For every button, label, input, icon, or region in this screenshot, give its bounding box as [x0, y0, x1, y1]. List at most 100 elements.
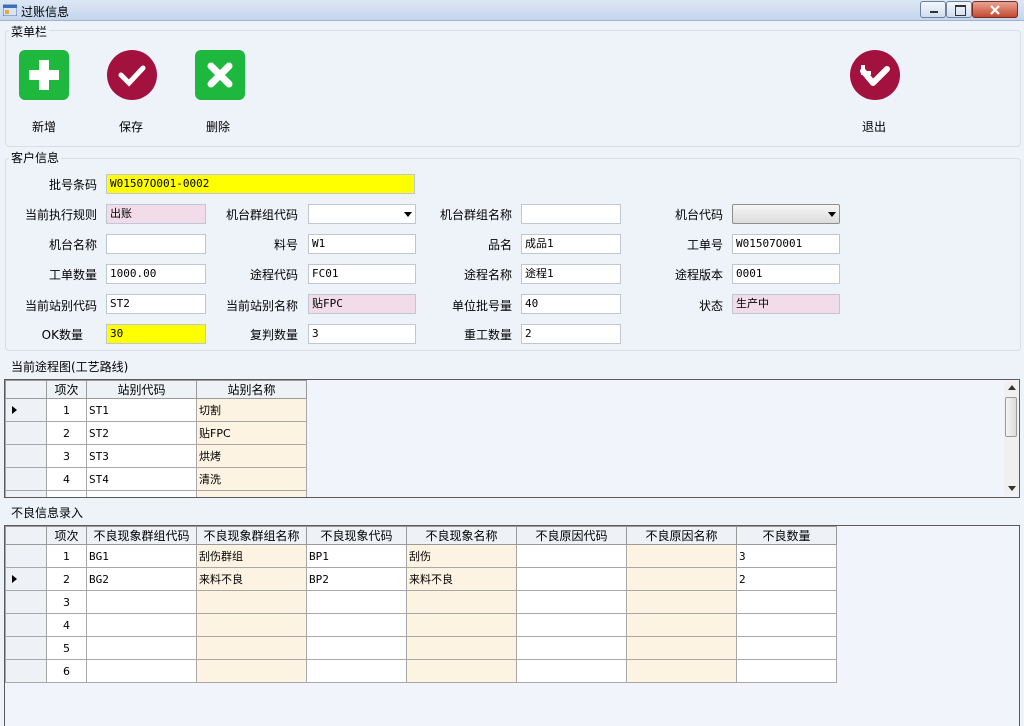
cell-defect-qty[interactable]: 2 — [736, 567, 837, 591]
cell-station-name[interactable]: 烘烤 — [196, 444, 307, 468]
col-header-reason-code[interactable]: 不良原因代码 — [516, 526, 627, 545]
close-button[interactable] — [972, 1, 1018, 18]
row-selector[interactable] — [5, 467, 47, 491]
exit-button[interactable] — [849, 49, 901, 104]
col-header-seq[interactable]: 项次 — [46, 526, 87, 545]
cell-group-code[interactable]: BG2 — [86, 567, 197, 591]
col-header-reason-name[interactable]: 不良原因名称 — [626, 526, 737, 545]
cell-group-name[interactable] — [196, 636, 307, 660]
cell-station-code[interactable]: ST1 — [86, 398, 197, 422]
cell-station-name[interactable] — [196, 490, 307, 497]
cell-defect-qty[interactable] — [736, 590, 837, 614]
part-no-input[interactable]: W1 — [308, 234, 416, 254]
col-header-defect-name[interactable]: 不良现象名称 — [406, 526, 517, 545]
order-qty-input[interactable]: 1000.00 — [106, 264, 206, 284]
batch-barcode-input[interactable]: W01507O001-0002 — [106, 174, 415, 194]
col-header-station-name[interactable]: 站别名称 — [196, 380, 307, 399]
cell-group-code[interactable] — [86, 636, 197, 660]
table-row[interactable]: 4 ST4 清洗 — [5, 467, 307, 491]
cell-defect-code[interactable]: BP1 — [306, 544, 407, 568]
table-row[interactable]: 4 — [5, 613, 837, 637]
route-name-input[interactable]: 途程1 — [521, 264, 621, 284]
table-row[interactable]: 5 — [5, 636, 837, 660]
cell-seq[interactable]: 1 — [46, 544, 87, 568]
cell-seq[interactable]: 1 — [46, 398, 87, 422]
cell-defect-code[interactable] — [306, 613, 407, 637]
row-selector[interactable] — [5, 659, 47, 683]
cell-seq[interactable]: 2 — [46, 421, 87, 445]
cell-reason-name[interactable] — [626, 544, 737, 568]
cell-seq[interactable]: 2 — [46, 567, 87, 591]
scroll-up-icon[interactable] — [1008, 385, 1016, 390]
route-grid-scrollbar[interactable] — [1004, 381, 1019, 495]
cell-station-code[interactable] — [86, 490, 197, 497]
route-code-input[interactable]: FC01 — [308, 264, 416, 284]
cell-reason-name[interactable] — [626, 659, 737, 683]
row-selector[interactable] — [5, 421, 47, 445]
row-selector[interactable] — [5, 636, 47, 660]
work-order-input[interactable]: W01507O001 — [732, 234, 840, 254]
col-header-seq[interactable]: 项次 — [46, 380, 87, 399]
machine-name-input[interactable] — [106, 234, 206, 254]
row-selector[interactable] — [5, 444, 47, 468]
cell-reason-code[interactable] — [516, 590, 627, 614]
machine-group-name-input[interactable] — [521, 204, 621, 224]
scroll-down-icon[interactable] — [1008, 486, 1016, 491]
row-selector[interactable] — [5, 590, 47, 614]
cell-group-name[interactable] — [196, 613, 307, 637]
cell-seq[interactable]: 5 — [46, 636, 87, 660]
ok-qty-input[interactable]: 30 — [106, 324, 206, 344]
cell-group-code[interactable] — [86, 590, 197, 614]
product-name-input[interactable]: 成品1 — [521, 234, 621, 254]
col-header-defect-qty[interactable]: 不良数量 — [736, 526, 837, 545]
cell-reason-code[interactable] — [516, 567, 627, 591]
row-selector[interactable] — [5, 398, 47, 422]
rework-qty-input[interactable]: 2 — [521, 324, 621, 344]
cell-reason-name[interactable] — [626, 567, 737, 591]
unit-batch-qty-input[interactable]: 40 — [521, 294, 621, 314]
defect-grid[interactable]: 项次 不良现象群组代码 不良现象群组名称 不良现象代码 不良现象名称 不良原因代… — [4, 525, 1020, 726]
cell-defect-code[interactable]: BP2 — [306, 567, 407, 591]
row-selector[interactable] — [5, 613, 47, 637]
cell-reason-code[interactable] — [516, 636, 627, 660]
station-code-input[interactable]: ST2 — [106, 294, 206, 314]
cell-station-code[interactable]: ST3 — [86, 444, 197, 468]
table-row[interactable]: 3 — [5, 590, 837, 614]
cell-seq[interactable]: 4 — [46, 613, 87, 637]
table-row[interactable]: 1 BG1 刮伤群组 BP1 刮伤 3 — [5, 544, 837, 568]
table-row[interactable]: 2 BG2 来料不良 BP2 来料不良 2 — [5, 567, 837, 591]
table-row-partial[interactable] — [5, 490, 307, 497]
table-row[interactable]: 3 ST3 烘烤 — [5, 444, 307, 468]
cell-seq[interactable]: 3 — [46, 444, 87, 468]
table-row[interactable]: 2 ST2 贴FPC — [5, 421, 307, 445]
route-grid[interactable]: 项次 站别代码 站别名称 1 ST1 切割 2 ST2 贴FPC 3 ST3 烘… — [4, 379, 1020, 498]
cell-reason-code[interactable] — [516, 544, 627, 568]
cell-group-name[interactable] — [196, 590, 307, 614]
minimize-button[interactable] — [920, 1, 946, 18]
cell-defect-name[interactable] — [406, 590, 517, 614]
machine-group-code-select[interactable] — [308, 204, 416, 224]
cell-reason-code[interactable] — [516, 659, 627, 683]
cell-defect-code[interactable] — [306, 636, 407, 660]
maximize-button[interactable] — [946, 1, 972, 18]
cell-defect-qty[interactable] — [736, 659, 837, 683]
recheck-qty-input[interactable]: 3 — [308, 324, 416, 344]
cell-group-code[interactable] — [86, 659, 197, 683]
row-selector[interactable] — [5, 490, 47, 497]
cell-defect-name[interactable] — [406, 659, 517, 683]
delete-button[interactable] — [194, 49, 246, 104]
cell-defect-qty[interactable]: 3 — [736, 544, 837, 568]
cell-station-code[interactable]: ST4 — [86, 467, 197, 491]
route-version-input[interactable]: 0001 — [732, 264, 840, 284]
cell-defect-qty[interactable] — [736, 613, 837, 637]
row-selector[interactable] — [5, 544, 47, 568]
cell-group-name[interactable] — [196, 659, 307, 683]
cell-defect-code[interactable] — [306, 590, 407, 614]
col-header-station-code[interactable]: 站别代码 — [86, 380, 197, 399]
cell-station-name[interactable]: 贴FPC — [196, 421, 307, 445]
machine-code-select[interactable] — [732, 204, 840, 224]
col-header-defect-group-name[interactable]: 不良现象群组名称 — [196, 526, 307, 545]
cell-group-code[interactable]: BG1 — [86, 544, 197, 568]
cell-group-code[interactable] — [86, 613, 197, 637]
add-button[interactable] — [18, 49, 70, 104]
